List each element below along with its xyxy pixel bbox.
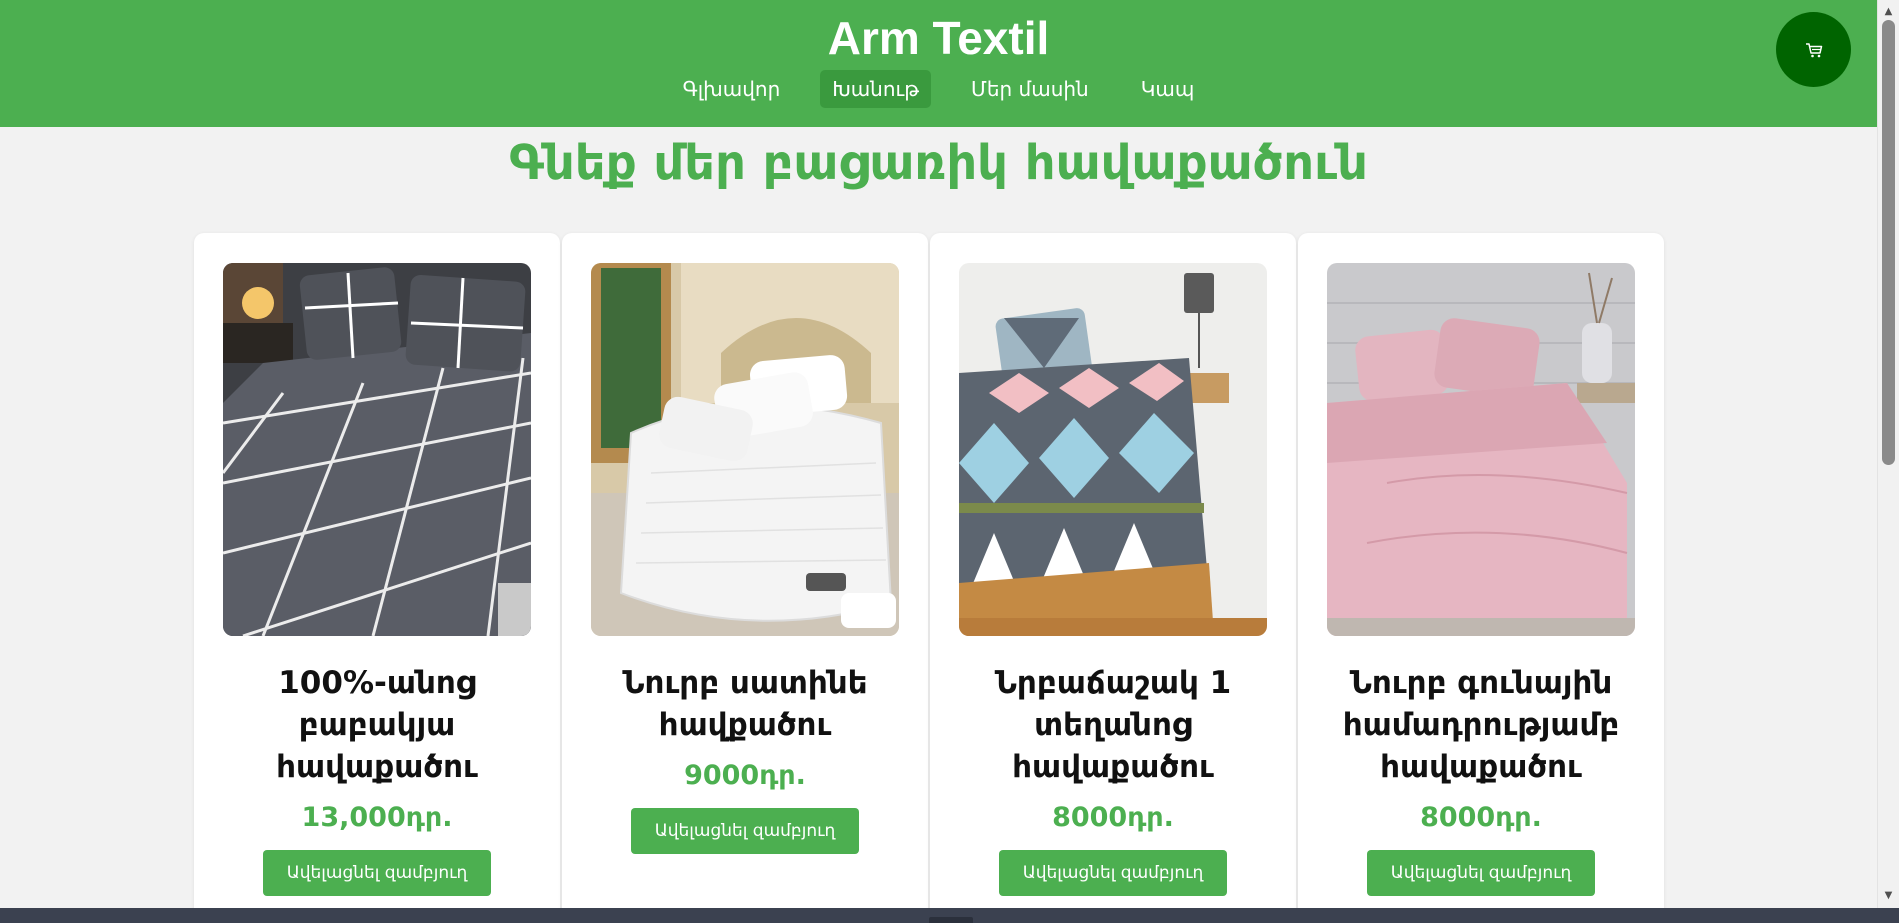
product-price: 8000դր. bbox=[1052, 802, 1174, 833]
main-nav: Գլխավոր Խանութ Մեր մասին Կապ bbox=[0, 70, 1877, 108]
white-satin-bedding-image bbox=[591, 263, 899, 636]
add-to-cart-button[interactable]: Ավելացնել զամբյուղ bbox=[630, 808, 860, 854]
product-title: Նուրբ սատինե հավքածու bbox=[622, 665, 868, 743]
site-title[interactable]: Arm Textil bbox=[0, 10, 1877, 66]
gray-checked-bedding-image bbox=[223, 263, 531, 636]
product-price: 9000դր. bbox=[684, 760, 806, 791]
product-grid: 100%-անոց բաբակյա հավաքածու 13,000դր. Ավ… bbox=[194, 233, 1664, 908]
add-to-cart-button[interactable]: Ավելացնել զամբյուղ bbox=[998, 850, 1228, 896]
product-card: Նուրբ սատինե հավքածու 9000դր. Ավելացնել … bbox=[562, 233, 928, 908]
product-title: 100%-անոց բաբակյա հավաքածու bbox=[276, 665, 478, 785]
nav-item-contact[interactable]: Կապ bbox=[1129, 70, 1207, 108]
product-title: Նրբաճաշակ 1 տեղանոց հավաքածու bbox=[994, 665, 1232, 785]
cart-button[interactable] bbox=[1776, 12, 1851, 87]
product-image[interactable] bbox=[1327, 263, 1635, 636]
product-image[interactable] bbox=[959, 263, 1267, 636]
nav-item-home[interactable]: Գլխավոր bbox=[671, 70, 793, 108]
page-title: Գնեք մեր բացառիկ հավաքածուն bbox=[509, 135, 1368, 191]
product-price: 8000դր. bbox=[1420, 802, 1542, 833]
product-card: Նրբաճաշակ 1 տեղանոց հավաքածու 8000դր. Ավ… bbox=[930, 233, 1296, 908]
browser-viewport: Arm Textil Գլխավոր Խանութ Մեր մասին Կապ … bbox=[0, 0, 1877, 908]
product-image[interactable] bbox=[591, 263, 899, 636]
cart-icon bbox=[1805, 42, 1823, 58]
product-image[interactable] bbox=[223, 263, 531, 636]
scrollbar-thumb[interactable] bbox=[1882, 20, 1895, 465]
nav-item-about[interactable]: Մեր մասին bbox=[959, 70, 1101, 108]
site-header: Arm Textil Գլխավոր Խանութ Մեր մասին Կապ bbox=[0, 0, 1877, 127]
add-to-cart-button[interactable]: Ավելացնել զամբյուղ bbox=[262, 850, 492, 896]
scroll-up-icon[interactable]: ▲ bbox=[1878, 2, 1899, 20]
product-card: Նուրբ գունային համադրությամբ հավաքածու 8… bbox=[1298, 233, 1664, 908]
diamond-pattern-bedding-image bbox=[959, 263, 1267, 636]
scroll-down-icon[interactable]: ▼ bbox=[1878, 886, 1899, 904]
pink-bedding-image bbox=[1327, 263, 1635, 636]
add-to-cart-button[interactable]: Ավելացնել զամբյուղ bbox=[1366, 850, 1596, 896]
taskbar-edge bbox=[0, 908, 1899, 923]
nav-item-shop[interactable]: Խանութ bbox=[820, 70, 931, 108]
product-card: 100%-անոց բաբակյա հավաքածու 13,000դր. Ավ… bbox=[194, 233, 560, 908]
vertical-scrollbar[interactable]: ▲ ▼ bbox=[1877, 0, 1899, 908]
taskbar-handle bbox=[929, 917, 973, 923]
product-price: 13,000դր. bbox=[301, 802, 453, 833]
product-title: Նուրբ գունային համադրությամբ հավաքածու bbox=[1342, 665, 1620, 785]
